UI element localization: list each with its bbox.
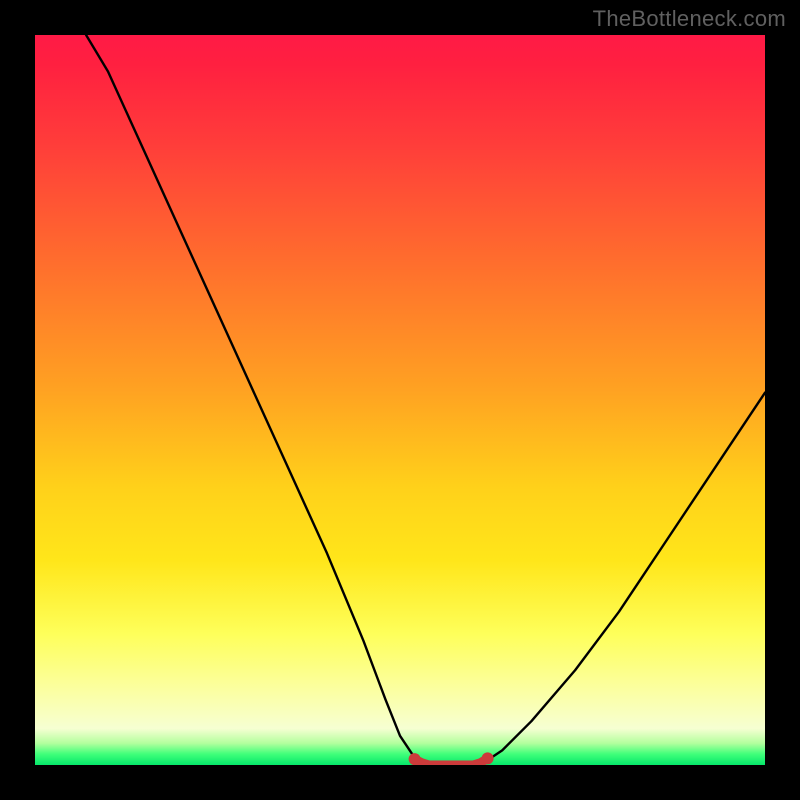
curve-svg bbox=[35, 35, 765, 765]
plot-area bbox=[35, 35, 765, 765]
optimal-range-endpoint bbox=[409, 753, 421, 765]
curve-group bbox=[86, 35, 765, 765]
watermark-text: TheBottleneck.com bbox=[593, 6, 786, 32]
marker-group bbox=[409, 752, 494, 765]
chart-container: TheBottleneck.com bbox=[0, 0, 800, 800]
bottleneck-curve bbox=[86, 35, 765, 765]
optimal-range-marker bbox=[415, 758, 488, 765]
optimal-range-endpoint bbox=[482, 752, 494, 764]
